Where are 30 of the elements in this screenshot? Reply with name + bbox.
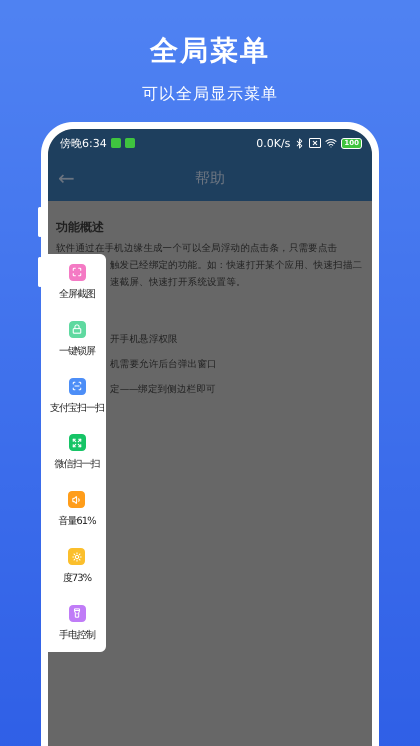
menu-label[interactable]: 全屏截图 — [59, 286, 95, 301]
step-text: 机需要允许后台弹出窗口 — [110, 358, 217, 372]
sun-icon[interactable] — [68, 548, 86, 566]
notification-icon — [124, 138, 135, 148]
scan-icon[interactable] — [68, 378, 86, 395]
frame-icon[interactable] — [68, 264, 86, 281]
page-title: 全局菜单 — [150, 33, 270, 69]
notification-icon — [110, 138, 121, 148]
menu-label[interactable]: 度73% — [62, 571, 92, 586]
paragraph-line: 触发已经绑定的功能。如：快速打开某个应用、快速扫描二 — [110, 259, 362, 273]
status-time: 傍晚6:34 — [60, 136, 107, 150]
paragraph-line: 软件通过在手机边缘生成一个可以全局浮动的点击条，只需要点击 — [56, 242, 338, 256]
speaker-icon[interactable] — [68, 491, 86, 508]
flashlight-icon[interactable] — [68, 604, 86, 622]
step-text: 定——绑定到侧边栏即可 — [110, 383, 216, 397]
menu-label[interactable]: 音量61% — [58, 514, 96, 528]
step-text: 开手机悬浮权限 — [110, 333, 178, 347]
menu-label[interactable]: 微信扫一扫 — [54, 457, 100, 472]
lock-icon[interactable] — [68, 320, 86, 338]
menu-label[interactable]: 手电控制 — [59, 628, 95, 642]
section-heading: 功能概述 — [56, 219, 105, 236]
menu-label[interactable]: 支付宝扫一扫 — [50, 400, 104, 415]
network-speed: 0.0K/s — [256, 136, 290, 150]
expand-icon[interactable] — [68, 434, 86, 452]
bluetooth-icon — [294, 138, 306, 148]
page-subtitle: 可以全局显示菜单 — [142, 84, 278, 105]
paragraph-line: 速截屏、快速打开系统设置等。 — [110, 276, 246, 290]
sim-icon — [309, 138, 322, 148]
app-bar-title: 帮助 — [195, 168, 225, 188]
menu-label[interactable]: 一键锁屏 — [59, 344, 95, 358]
